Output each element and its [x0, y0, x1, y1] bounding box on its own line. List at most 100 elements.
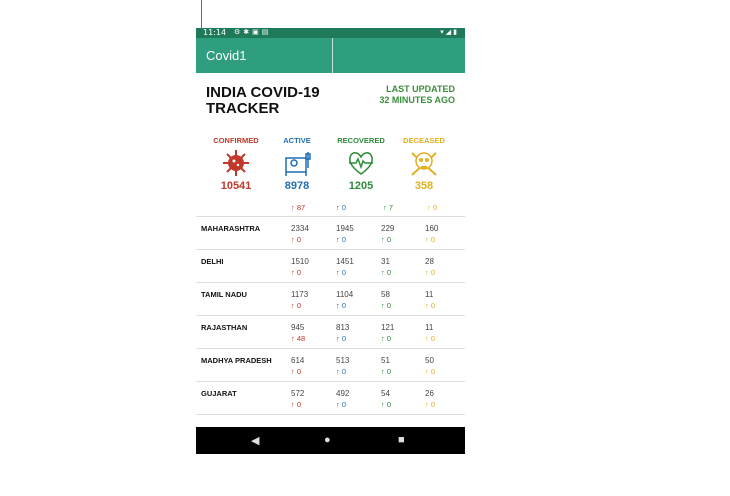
cell-delta-recovered: ↑ 0 [381, 268, 392, 277]
cell-delta-deceased: ↑ 0 [425, 334, 436, 343]
state-name: GUJARAT [201, 389, 237, 398]
cell-deceased: 11 [425, 290, 434, 299]
stat-deceased: DECEASED 358 [392, 136, 456, 192]
system-status-icons: ▾◢▮ [440, 29, 459, 36]
status-time: 11:14 [203, 28, 227, 37]
cell-delta-deceased: ↑ 0 [425, 367, 436, 376]
state-name: DELHI [201, 257, 224, 266]
cell-confirmed: 614 [291, 356, 305, 365]
cell-recovered: 121 [381, 323, 395, 332]
cell-confirmed: 945 [291, 323, 305, 332]
stat-confirmed: CONFIRMED 10541 [204, 136, 268, 192]
last-updated: LAST UPDATED 32 MINUTES AGO [379, 84, 455, 106]
cell-delta-confirmed: ↑ 0 [291, 268, 302, 277]
cell-recovered: 58 [381, 290, 390, 299]
cell-deceased: 26 [425, 389, 434, 398]
cell-confirmed: 2334 [291, 224, 309, 233]
stat-deceased-label: DECEASED [403, 136, 445, 145]
skull-crossbones-icon [411, 152, 437, 176]
cell-delta-active: ↑ 0 [336, 367, 347, 376]
table-row[interactable]: MADHYA PRADESH 614 513 51 50 ↑ 0 ↑ 0 ↑ 0… [196, 351, 465, 383]
notification-icons: ⚙✱▣▤ [234, 29, 272, 36]
table-row[interactable]: RAJASTHAN 945 813 121 11 ↑ 48 ↑ 0 ↑ 0 ↑ … [196, 318, 465, 350]
cell-delta-deceased: ↑ 0 [425, 400, 436, 409]
state-name: RAJASTHAN [201, 323, 248, 332]
cell-active: 1451 [336, 257, 354, 266]
last-updated-label: LAST UPDATED [386, 84, 455, 94]
table-row[interactable]: TAMIL NADU 1173 1104 58 11 ↑ 0 ↑ 0 ↑ 0 ↑… [196, 285, 465, 317]
app-bar-divider [332, 38, 333, 73]
heartbeat-icon [349, 152, 373, 175]
cell-active: 513 [336, 356, 350, 365]
stat-recovered: RECOVERED 1205 [329, 136, 393, 192]
stat-confirmed-label: CONFIRMED [213, 136, 259, 145]
cell-delta-confirmed: ↑ 0 [291, 235, 302, 244]
cell-delta-confirmed: ↑ 0 [291, 301, 302, 310]
delta-recovered: ↑ 7 [383, 203, 394, 212]
table-divider [196, 216, 465, 217]
main-content[interactable]: INDIA COVID-19 TRACKER LAST UPDATED 32 M… [196, 73, 465, 427]
cell-recovered: 31 [381, 257, 390, 266]
phone-screen: 11:14 ⚙✱▣▤ ▾◢▮ Covid1 INDIA COVID-19 TRA… [196, 28, 465, 454]
stat-active-value: 8978 [284, 180, 310, 192]
app-title: Covid1 [206, 48, 247, 63]
table-divider [196, 381, 465, 382]
last-updated-time: 32 MINUTES AGO [379, 95, 455, 105]
recents-square-icon[interactable]: ■ [398, 434, 405, 446]
cell-active: 1104 [336, 290, 354, 299]
cell-active: 1945 [336, 224, 354, 233]
table-divider [196, 249, 465, 250]
total-delta-row: ↑ 87 ↑ 0 ↑ 7 ↑ 0 [196, 203, 465, 215]
cell-delta-active: ↑ 0 [336, 301, 347, 310]
cell-confirmed: 1510 [291, 257, 309, 266]
cell-deceased: 50 [425, 356, 434, 365]
cell-delta-recovered: ↑ 0 [381, 301, 392, 310]
home-circle-icon[interactable]: ● [324, 434, 331, 446]
table-row[interactable]: MAHARASHTRA 2334 1945 229 160 ↑ 0 ↑ 0 ↑ … [196, 219, 465, 251]
status-bar: 11:14 ⚙✱▣▤ ▾◢▮ [196, 28, 465, 38]
table-row[interactable]: GUJARAT 572 492 54 26 ↑ 0 ↑ 0 ↑ 0 ↑ 0 [196, 384, 465, 416]
cell-active: 813 [336, 323, 350, 332]
cell-delta-recovered: ↑ 0 [381, 235, 392, 244]
cell-active: 492 [336, 389, 350, 398]
table-divider [196, 414, 465, 415]
table-divider [196, 282, 465, 283]
cell-confirmed: 572 [291, 389, 305, 398]
stat-recovered-value: 1205 [348, 180, 374, 192]
cell-delta-recovered: ↑ 0 [381, 334, 392, 343]
state-name: MAHARASHTRA [201, 224, 261, 233]
cell-recovered: 51 [381, 356, 390, 365]
cell-delta-deceased: ↑ 0 [425, 301, 436, 310]
cell-delta-active: ↑ 0 [336, 235, 347, 244]
cell-confirmed: 1173 [291, 290, 309, 299]
stat-deceased-value: 358 [414, 180, 434, 192]
virus-icon [223, 150, 249, 176]
cell-deceased: 11 [425, 323, 434, 332]
cell-delta-recovered: ↑ 0 [381, 367, 392, 376]
back-triangle-icon[interactable]: ◀ [251, 434, 259, 447]
patient-bed-icon [285, 152, 311, 176]
cell-delta-active: ↑ 0 [336, 334, 347, 343]
cell-delta-confirmed: ↑ 0 [291, 400, 302, 409]
cell-delta-confirmed: ↑ 0 [291, 367, 302, 376]
cell-delta-active: ↑ 0 [336, 268, 347, 277]
state-name: TAMIL NADU [201, 290, 247, 299]
cell-delta-recovered: ↑ 0 [381, 400, 392, 409]
delta-active: ↑ 0 [336, 203, 347, 212]
cell-deceased: 28 [425, 257, 434, 266]
table-divider [196, 315, 465, 316]
cell-delta-deceased: ↑ 0 [425, 268, 436, 277]
cell-recovered: 229 [381, 224, 395, 233]
cell-delta-active: ↑ 0 [336, 400, 347, 409]
table-row[interactable]: DELHI 1510 1451 31 28 ↑ 0 ↑ 0 ↑ 0 ↑ 0 [196, 252, 465, 284]
system-nav-bar: ◀ ● ■ [196, 427, 465, 454]
delta-deceased: ↑ 0 [427, 203, 438, 212]
page-title: INDIA COVID-19 TRACKER [206, 84, 320, 117]
cell-recovered: 54 [381, 389, 390, 398]
cursor-line [201, 0, 202, 28]
cell-delta-confirmed: ↑ 48 [291, 334, 306, 343]
stat-active-label: ACTIVE [283, 136, 311, 145]
cell-delta-deceased: ↑ 0 [425, 235, 436, 244]
table-divider [196, 348, 465, 349]
app-bar: Covid1 [196, 38, 465, 73]
